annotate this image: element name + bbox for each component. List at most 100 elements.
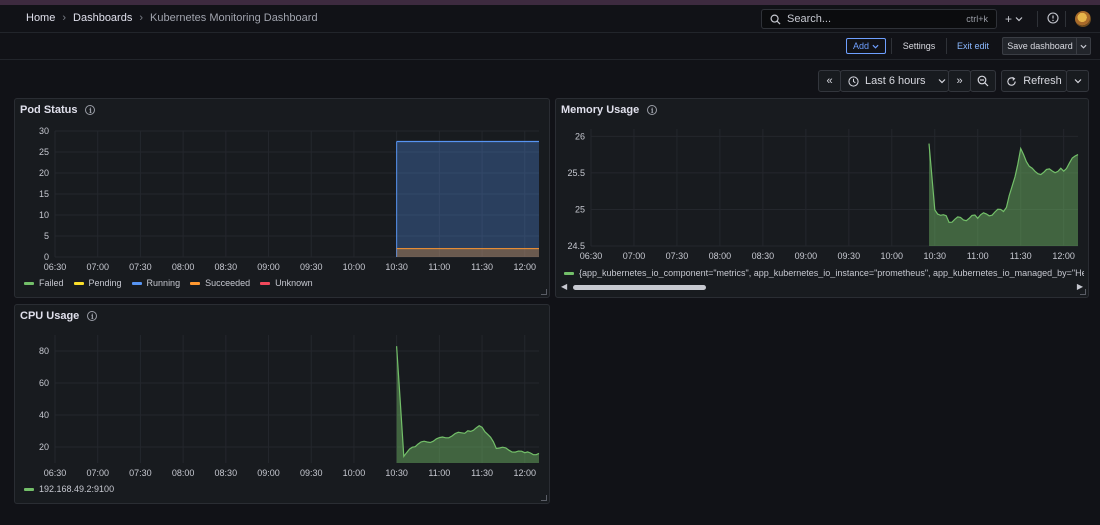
x-tick-label: 12:00	[513, 262, 536, 272]
double-chevron-right-icon: »	[956, 75, 963, 87]
y-tick-label: 25	[575, 204, 585, 214]
scrollbar-thumb[interactable]	[573, 285, 706, 290]
zoom-out-button[interactable]	[970, 70, 996, 92]
y-tick-label: 26	[575, 131, 585, 141]
memory-usage-panel[interactable]: Memory Usage i 26 25.5 25 24.5 06:30 07:00 07:…	[555, 98, 1089, 298]
x-tick-label: 10:30	[385, 262, 408, 272]
succeeded-area	[396, 248, 539, 257]
legend-item-running[interactable]: Running	[131, 278, 180, 288]
panel-title: Memory Usage i	[561, 104, 658, 116]
x-tick-label: 09:00	[257, 262, 280, 272]
legend-item-series[interactable]: {app_kubernetes_io_component="metrics", …	[564, 268, 1084, 278]
avatar[interactable]	[1075, 11, 1091, 27]
legend-swatch	[73, 281, 84, 285]
x-tick-label: 09:30	[300, 262, 323, 272]
x-tick-label: 10:30	[385, 468, 408, 478]
chevron-down-icon	[1015, 17, 1023, 22]
settings-button[interactable]: Settings	[897, 38, 941, 54]
x-tick-label: 11:00	[967, 251, 989, 261]
info-icon[interactable]: i	[85, 105, 96, 115]
search-placeholder: Search...	[787, 13, 832, 25]
breadcrumb-current: Kubernetes Monitoring Dashboard	[150, 12, 318, 24]
help-icon	[1047, 12, 1059, 24]
refresh-icon	[1007, 76, 1016, 86]
legend-item-failed[interactable]: Failed	[24, 278, 64, 288]
refresh-interval-button[interactable]	[1066, 70, 1089, 92]
top-navigation-bar: Home › Dashboards › Kubernetes Monitorin…	[0, 5, 1100, 33]
divider	[1037, 11, 1038, 27]
x-tick-label: 07:00	[86, 468, 109, 478]
x-tick-label: 06:30	[44, 468, 67, 478]
resize-handle[interactable]	[541, 289, 547, 295]
y-tick-label: 25.5	[567, 168, 585, 178]
help-button[interactable]	[1047, 12, 1059, 27]
x-tick-label: 10:30	[923, 251, 946, 261]
save-options-button[interactable]	[1076, 37, 1091, 55]
legend-label: Failed	[39, 278, 64, 288]
y-tick-label: 15	[39, 189, 49, 199]
y-tick-label: 0	[44, 252, 49, 262]
x-tick-label: 11:30	[471, 468, 493, 478]
legend-item-pending[interactable]: Pending	[73, 278, 122, 288]
x-tick-label: 06:30	[44, 262, 67, 272]
time-shift-back-button[interactable]: «	[818, 70, 841, 92]
x-tick-label: 10:00	[881, 251, 904, 261]
chevron-down-icon	[1074, 79, 1081, 84]
clock-icon	[848, 75, 859, 87]
panel-title: Pod Status i	[20, 104, 96, 116]
scroll-right-icon[interactable]: ▶	[1077, 282, 1083, 291]
divider	[891, 38, 892, 54]
legend-label: 192.168.49.2:9100	[39, 484, 115, 494]
x-tick-label: 07:00	[86, 262, 109, 272]
memory-usage-chart: 26 25.5 25 24.506:30 07:00 07:30 08:00 08:30 09:…	[567, 129, 1079, 261]
scroll-left-icon[interactable]: ◀	[561, 282, 567, 291]
y-tick-label: 5	[44, 231, 49, 241]
series-area	[396, 346, 539, 463]
series-area	[929, 143, 1078, 246]
y-tick-label: 10	[39, 210, 49, 220]
pod-status-panel[interactable]: Pod Status i 30 25 20 15 10 5 0 06:30 07:00 07:30…	[14, 98, 550, 298]
resize-handle[interactable]	[541, 495, 547, 501]
y-tick-label: 24.5	[567, 241, 585, 251]
exit-edit-button[interactable]: Exit edit	[952, 38, 994, 54]
legend-item-series[interactable]: 192.168.49.2:9100	[24, 484, 114, 494]
legend-swatch	[190, 281, 201, 285]
cpu-usage-panel[interactable]: CPU Usage i 80 60 40 20 06:30 07:00 07:30 08:00…	[14, 304, 550, 504]
x-tick-label: 08:30	[752, 251, 775, 261]
new-menu-button[interactable]: +	[1005, 12, 1023, 26]
x-tick-label: 12:00	[1052, 251, 1075, 261]
x-tick-label: 06:30	[580, 251, 603, 261]
x-tick-label: 09:30	[300, 468, 323, 478]
plus-icon: +	[1005, 12, 1013, 26]
search-icon	[770, 14, 781, 25]
info-icon[interactable]: i	[647, 105, 658, 115]
legend-item-unknown[interactable]: Unknown	[260, 278, 313, 288]
add-button[interactable]: Add	[846, 38, 886, 54]
x-tick-label: 08:00	[709, 251, 732, 261]
y-tick-label: 30	[39, 126, 49, 136]
chevron-down-icon	[872, 44, 879, 49]
legend-scrollbar[interactable]: ◀ ▶	[561, 282, 1083, 292]
breadcrumb-home[interactable]: Home	[26, 12, 55, 24]
legend-item-succeeded[interactable]: Succeeded	[190, 278, 250, 288]
x-tick-label: 11:30	[1010, 251, 1032, 261]
cpu-usage-chart: 80 60 40 20 06:30 07:00 07:30 08:00 08:30 09:00 09…	[39, 335, 540, 478]
panel-title: CPU Usage i	[20, 310, 98, 322]
pod-status-title: Pod Status	[20, 104, 78, 116]
time-shift-forward-button[interactable]: »	[948, 70, 971, 92]
y-tick-label: 60	[39, 378, 49, 388]
save-dashboard-button[interactable]: Save dashboard	[1002, 37, 1077, 55]
legend-label: Pending	[88, 278, 122, 288]
time-range-picker[interactable]: Last 6 hours	[840, 70, 949, 92]
pod-status-chart: 30 25 20 15 10 5 006:30 07:00 07:30 08:00 08:30 09:…	[39, 126, 539, 272]
x-tick-label: 08:00	[172, 262, 195, 272]
info-icon[interactable]: i	[87, 311, 98, 321]
search-input[interactable]: Search... ctrl+k	[761, 9, 997, 29]
x-tick-label: 09:00	[257, 468, 280, 478]
breadcrumb-dashboards[interactable]: Dashboards	[73, 12, 132, 24]
x-tick-label: 09:30	[838, 251, 861, 261]
legend-label: Succeeded	[205, 278, 251, 288]
legend-swatch	[24, 281, 34, 285]
refresh-button[interactable]: Refresh	[1001, 70, 1067, 92]
search-shortcut: ctrl+k	[966, 14, 988, 24]
